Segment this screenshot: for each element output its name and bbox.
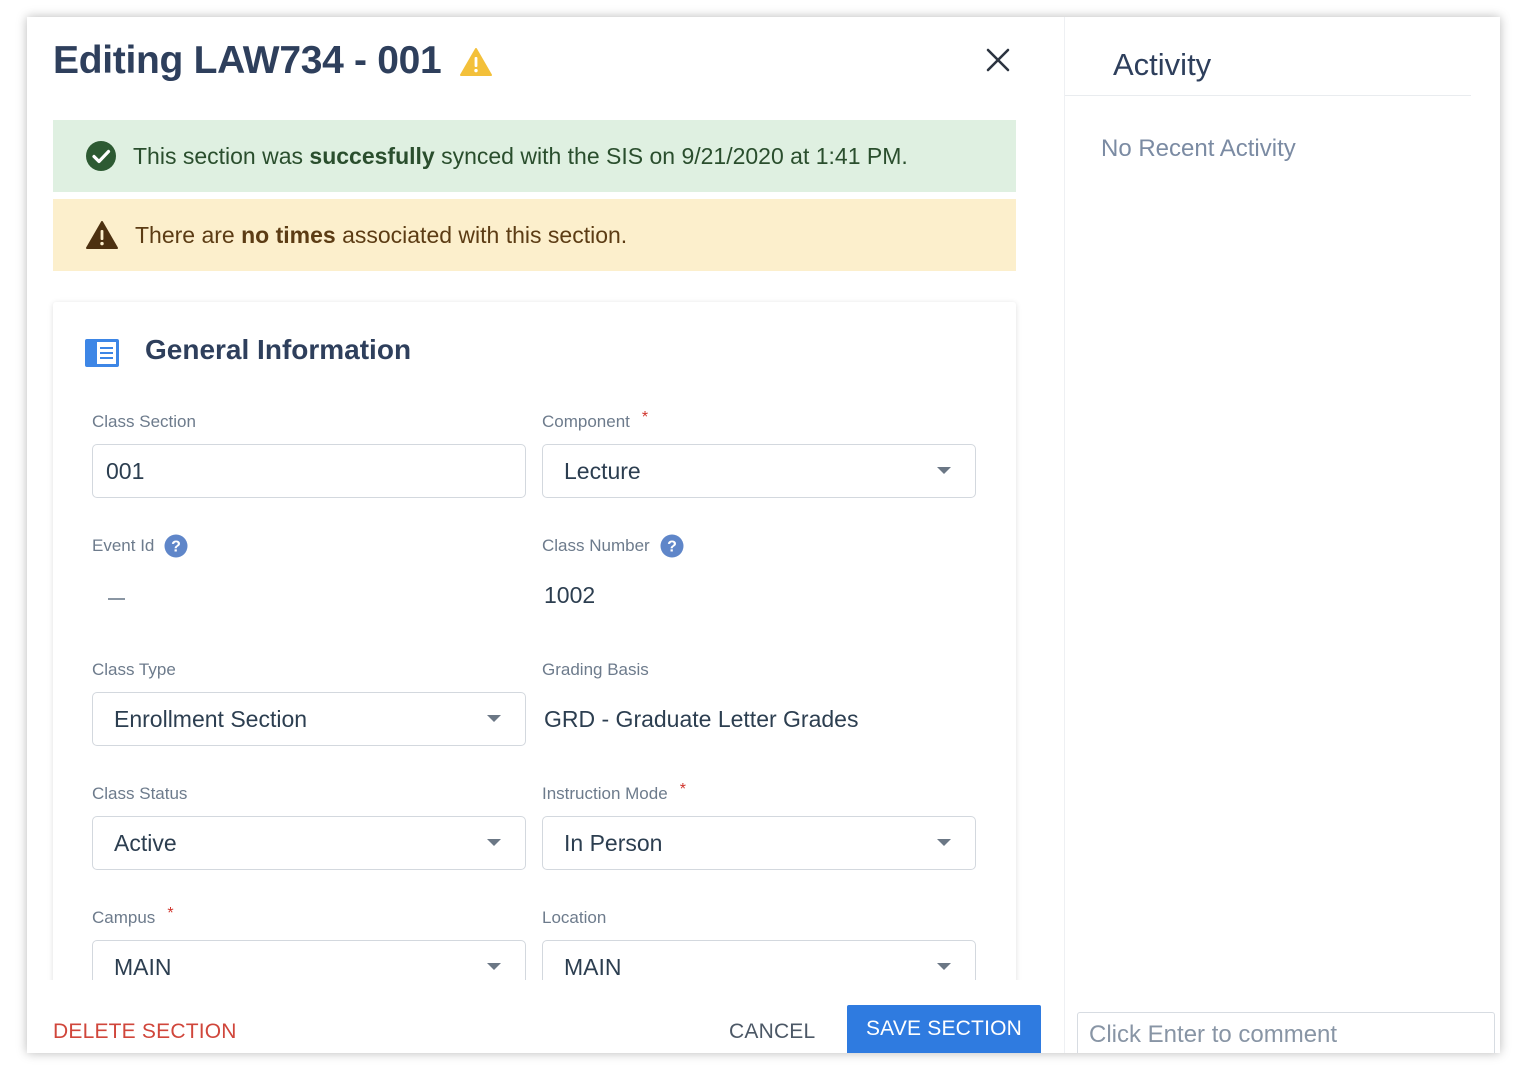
warning-triangle-icon: [459, 47, 493, 82]
alert-text: This section was succesfully synced with…: [133, 142, 908, 169]
help-circle-icon[interactable]: ?: [164, 534, 188, 558]
chevron-down-icon: [937, 963, 951, 970]
instruction-mode-select[interactable]: In Person: [542, 816, 976, 870]
chevron-down-icon: [937, 839, 951, 846]
required-marker: *: [679, 781, 686, 798]
info-card-icon: [85, 339, 119, 372]
general-information-card: General Information Class Section 001 Co…: [53, 302, 1016, 1022]
delete-section-button[interactable]: DELETE SECTION: [53, 1020, 237, 1044]
chevron-down-icon: [937, 467, 951, 474]
help-circle-icon[interactable]: ?: [660, 534, 684, 558]
svg-text:?: ?: [171, 539, 181, 556]
warning-triangle-icon: [85, 220, 119, 250]
sync-success-alert: This section was succesfully synced with…: [53, 120, 1016, 192]
section-heading: General Information: [145, 334, 412, 365]
event-id-value: [108, 598, 125, 600]
edit-section-modal: Editing LAW734 - 001 This section was su…: [27, 17, 1500, 1053]
chevron-down-icon: [487, 715, 501, 722]
chevron-down-icon: [487, 963, 501, 970]
page-title: Editing LAW734 - 001: [53, 39, 442, 82]
alert-text: There are no times associated with this …: [135, 221, 628, 248]
grading-basis-label: Grading Basis: [542, 660, 649, 679]
activity-title: Activity: [1113, 47, 1212, 82]
required-marker: *: [641, 409, 649, 426]
location-label: Location: [542, 908, 607, 927]
close-icon[interactable]: [983, 45, 1013, 75]
component-label: Component *: [542, 409, 649, 431]
chevron-down-icon: [487, 839, 501, 846]
class-status-label: Class Status: [92, 784, 188, 803]
cancel-button[interactable]: CANCEL: [729, 1020, 815, 1044]
instruction-mode-label: Instruction Mode *: [542, 781, 686, 803]
empty-activity-text: No Recent Activity: [1101, 135, 1296, 162]
check-circle-icon: [85, 140, 117, 172]
divider: [1065, 95, 1471, 96]
class-status-select[interactable]: Active: [92, 816, 526, 870]
save-section-button[interactable]: SAVE SECTION: [847, 1005, 1041, 1053]
class-type-select[interactable]: Enrollment Section: [92, 692, 526, 746]
svg-text:?: ?: [667, 539, 677, 556]
campus-label: Campus *: [92, 905, 174, 927]
class-number-label: Class Number ?: [542, 534, 684, 558]
grading-basis-value: GRD - Graduate Letter Grades: [544, 706, 859, 732]
comment-input[interactable]: Click Enter to comment: [1077, 1012, 1495, 1053]
event-id-label: Event Id ?: [92, 534, 188, 558]
class-type-label: Class Type: [92, 660, 176, 679]
activity-panel: Activity No Recent Activity Click Enter …: [1064, 17, 1500, 1053]
no-times-warning-alert: There are no times associated with this …: [53, 199, 1016, 271]
class-section-label: Class Section: [92, 412, 196, 431]
class-number-value: 1002: [544, 582, 596, 608]
class-section-input[interactable]: 001: [92, 444, 526, 498]
component-select[interactable]: Lecture: [542, 444, 976, 498]
required-marker: *: [167, 905, 174, 922]
